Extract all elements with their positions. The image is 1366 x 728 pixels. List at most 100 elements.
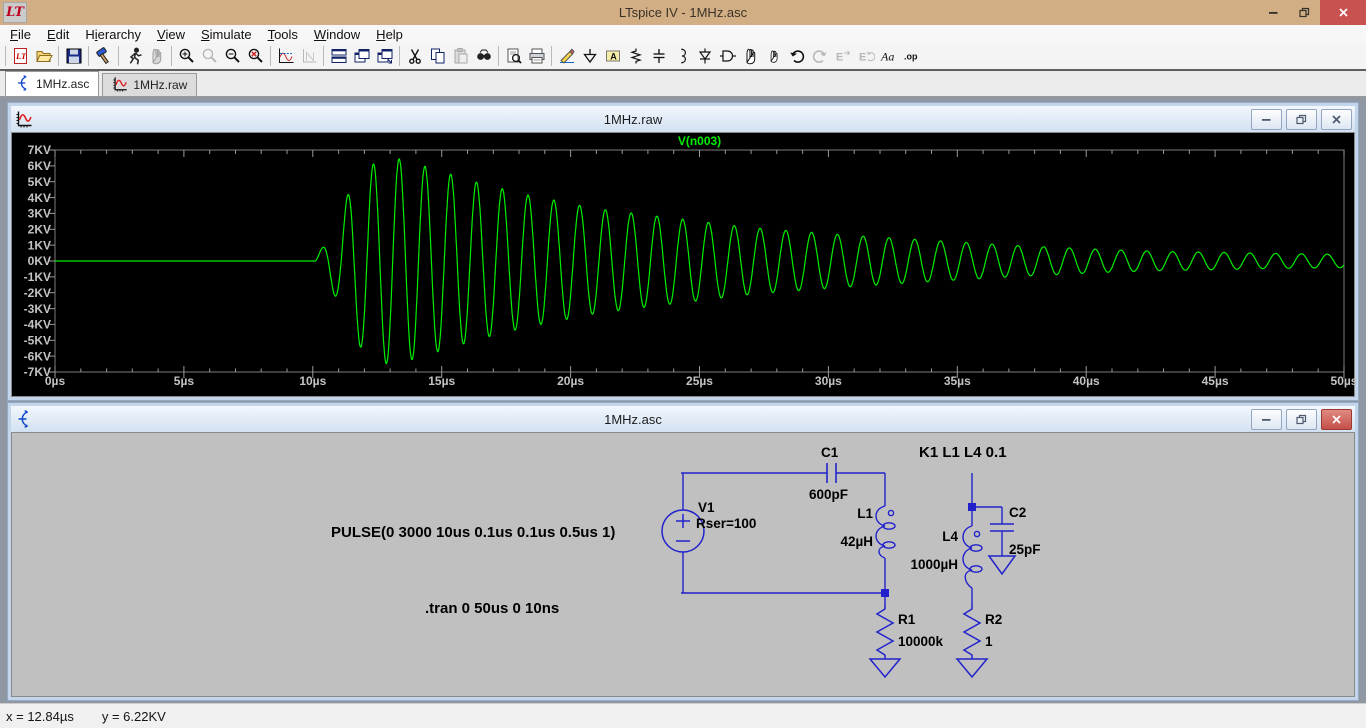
- c2-ref-label[interactable]: C2: [1009, 505, 1026, 520]
- svg-text:Aa: Aa: [880, 50, 894, 64]
- menu-bar: FileEditHierarchyViewSimulateToolsWindow…: [0, 25, 1366, 43]
- r2-value-label[interactable]: 1: [985, 634, 993, 649]
- restore-button[interactable]: [1289, 0, 1320, 25]
- tab-bar: 1MHz.asc1MHz.raw: [0, 71, 1366, 97]
- waveform-icon: [15, 110, 33, 128]
- menu-help[interactable]: Help: [368, 26, 411, 43]
- l4-ref-label[interactable]: L4: [942, 529, 958, 544]
- svg-text:35µs: 35µs: [944, 374, 971, 388]
- minimize-button[interactable]: [1251, 109, 1282, 130]
- close-button[interactable]: [1321, 109, 1352, 130]
- capacitor-c1-symbol[interactable]: [827, 463, 836, 483]
- toolbar-control-panel-button[interactable]: [92, 45, 115, 67]
- svg-text:25µs: 25µs: [686, 374, 713, 388]
- toolbar-rotate-button: E: [854, 45, 877, 67]
- toolbar-print-preview-button[interactable]: [502, 45, 525, 67]
- tab-1MHz.asc[interactable]: 1MHz.asc: [5, 71, 99, 96]
- menu-tools[interactable]: Tools: [260, 26, 306, 43]
- inductor-l4-symbol[interactable]: [963, 526, 982, 588]
- menu-simulate[interactable]: Simulate: [193, 26, 260, 43]
- v1-value-label[interactable]: Rser=100: [696, 516, 756, 531]
- toolbar-print-button[interactable]: [525, 45, 548, 67]
- toolbar-redo-button: [808, 45, 831, 67]
- toolbar-zoom-in-button[interactable]: [175, 45, 198, 67]
- toolbar-pan-button: [297, 45, 320, 67]
- r2-ref-label[interactable]: R2: [985, 612, 1002, 627]
- menu-view[interactable]: View: [149, 26, 193, 43]
- menu-file[interactable]: File: [2, 26, 39, 43]
- svg-text:15µs: 15µs: [428, 374, 455, 388]
- toolbar-new-schematic-button[interactable]: LT: [9, 45, 32, 67]
- restore-button[interactable]: [1286, 409, 1317, 430]
- toolbar-cascade-button[interactable]: [350, 45, 373, 67]
- schematic-window-titlebar[interactable]: 1MHz.asc: [11, 406, 1355, 432]
- toolbar-separator: [5, 46, 6, 66]
- toolbar-place-text-button[interactable]: Aa: [877, 45, 900, 67]
- svg-text:6KV: 6KV: [28, 159, 51, 173]
- coupling-directive-annotation[interactable]: K1 L1 L4 0.1: [919, 444, 1007, 461]
- toolbar-autorange-y-button[interactable]: [274, 45, 297, 67]
- svg-text:-6KV: -6KV: [24, 349, 51, 363]
- toolbar-save-button[interactable]: [62, 45, 85, 67]
- toolbar-open-button[interactable]: [32, 45, 55, 67]
- schematic-canvas-area: PULSE(0 3000 10us 0.1us 0.1us 0.5us 1) .…: [11, 432, 1355, 697]
- toolbar-draw-wire-button[interactable]: [555, 45, 578, 67]
- toolbar-copy-button[interactable]: [426, 45, 449, 67]
- capacitor-c2-symbol[interactable]: [990, 524, 1014, 531]
- pulse-source-annotation[interactable]: PULSE(0 3000 10us 0.1us 0.1us 0.5us 1): [331, 524, 615, 541]
- trace-legend-label[interactable]: V(n003): [678, 134, 721, 148]
- l1-value-label[interactable]: 42µH: [840, 534, 873, 549]
- toolbar-place-diode-button[interactable]: [693, 45, 716, 67]
- minimize-button[interactable]: [1258, 0, 1289, 25]
- r1-value-label[interactable]: 10000k: [898, 634, 944, 649]
- menu-edit[interactable]: Edit: [39, 26, 77, 43]
- inductor-l1-symbol[interactable]: [876, 506, 895, 558]
- restore-button[interactable]: [1286, 109, 1317, 130]
- svg-text:0KV: 0KV: [28, 254, 51, 268]
- l1-ref-label[interactable]: L1: [857, 506, 873, 521]
- l4-value-label[interactable]: 1000µH: [910, 557, 958, 572]
- toolbar-place-inductor-button[interactable]: [670, 45, 693, 67]
- toolbar-zoom-back-button: [198, 45, 221, 67]
- waveform-plot-area: 7KV6KV5KV4KV3KV2KV1KV0KV-1KV-2KV-3KV-4KV…: [11, 132, 1355, 397]
- tab-1MHz.raw[interactable]: 1MHz.raw: [102, 73, 197, 96]
- toolbar-undo-button[interactable]: [785, 45, 808, 67]
- c2-value-label[interactable]: 25pF: [1009, 542, 1041, 557]
- toolbar-place-component-button[interactable]: [716, 45, 739, 67]
- menu-window[interactable]: Window: [306, 26, 368, 43]
- toolbar-place-resistor-button[interactable]: [624, 45, 647, 67]
- close-button[interactable]: [1320, 0, 1366, 25]
- tran-directive-annotation[interactable]: .tran 0 50us 0 10ns: [425, 600, 559, 617]
- resistor-r2-symbol[interactable]: [964, 604, 980, 659]
- toolbar-separator: [118, 46, 119, 66]
- toolbar-spice-directive-button[interactable]: .op: [900, 45, 923, 67]
- resistor-r1-symbol[interactable]: [877, 604, 893, 659]
- toolbar-zoom-extents-button[interactable]: [244, 45, 267, 67]
- toolbar-tile-horizontal-button[interactable]: [327, 45, 350, 67]
- toolbar-place-label-button[interactable]: A: [601, 45, 624, 67]
- svg-text:.op: .op: [904, 52, 918, 62]
- toolbar-separator: [171, 46, 172, 66]
- toolbar-separator: [498, 46, 499, 66]
- waveform-plot[interactable]: 7KV6KV5KV4KV3KV2KV1KV0KV-1KV-2KV-3KV-4KV…: [12, 133, 1356, 396]
- toolbar-move-button[interactable]: [739, 45, 762, 67]
- waveform-window-titlebar[interactable]: 1MHz.raw: [11, 106, 1355, 132]
- toolbar-zoom-out-button[interactable]: [221, 45, 244, 67]
- menu-hierarchy[interactable]: Hierarchy: [77, 26, 149, 43]
- toolbar-find-button[interactable]: [472, 45, 495, 67]
- close-button[interactable]: [1321, 409, 1352, 430]
- toolbar-run-button[interactable]: [122, 45, 145, 67]
- v1-ref-label[interactable]: V1: [698, 500, 715, 515]
- toolbar-cascade-new-button[interactable]: [373, 45, 396, 67]
- schematic-window-title: 1MHz.asc: [11, 412, 1255, 427]
- toolbar-place-ground-button[interactable]: [578, 45, 601, 67]
- c1-ref-label[interactable]: C1: [821, 445, 839, 460]
- toolbar-drag-button[interactable]: [762, 45, 785, 67]
- toolbar-cut-button[interactable]: [403, 45, 426, 67]
- toolbar-place-capacitor-button[interactable]: [647, 45, 670, 67]
- minimize-button[interactable]: [1251, 409, 1282, 430]
- toolbar-separator: [88, 46, 89, 66]
- r1-ref-label[interactable]: R1: [898, 612, 916, 627]
- c1-value-label[interactable]: 600pF: [809, 487, 848, 502]
- schematic-canvas[interactable]: PULSE(0 3000 10us 0.1us 0.1us 0.5us 1) .…: [12, 433, 1356, 696]
